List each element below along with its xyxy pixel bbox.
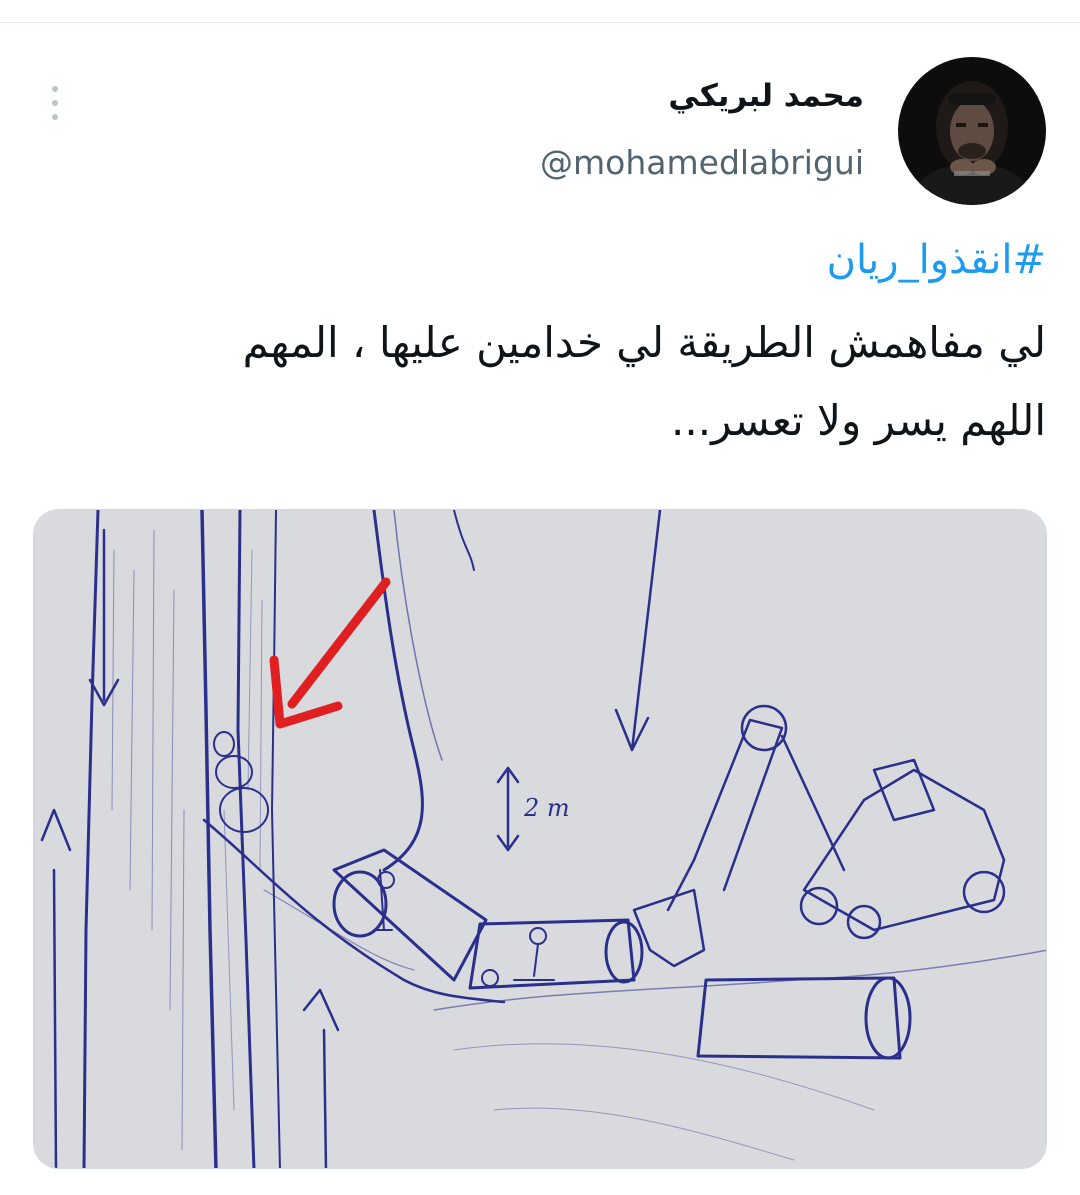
sketch-drawing: 2 m (34, 510, 1046, 1168)
hashtag-link[interactable]: #انقذوا_ريان (827, 237, 1046, 283)
more-dot (52, 114, 58, 120)
tweet-text-line: اللهم يسر ولا تعسر... (671, 396, 1046, 445)
tweet-text-line: لي مفاهمش الطريقة لي خدامين عليها ، المه… (242, 318, 1046, 367)
more-options-button[interactable] (38, 80, 72, 126)
avatar-image (898, 57, 1046, 205)
more-dot (52, 100, 58, 106)
tweet-text: لي مفاهمش الطريقة لي خدامين عليها ، المه… (86, 304, 1046, 460)
author-display-name[interactable]: محمد لبريكي (668, 78, 864, 114)
top-divider (0, 22, 1080, 23)
tweet-media-image[interactable]: 2 m (33, 509, 1047, 1169)
avatar[interactable] (898, 57, 1046, 205)
depth-label: 2 m (523, 794, 570, 822)
author-handle[interactable]: @mohamedlabrigui (540, 143, 864, 182)
more-dot (52, 86, 58, 92)
